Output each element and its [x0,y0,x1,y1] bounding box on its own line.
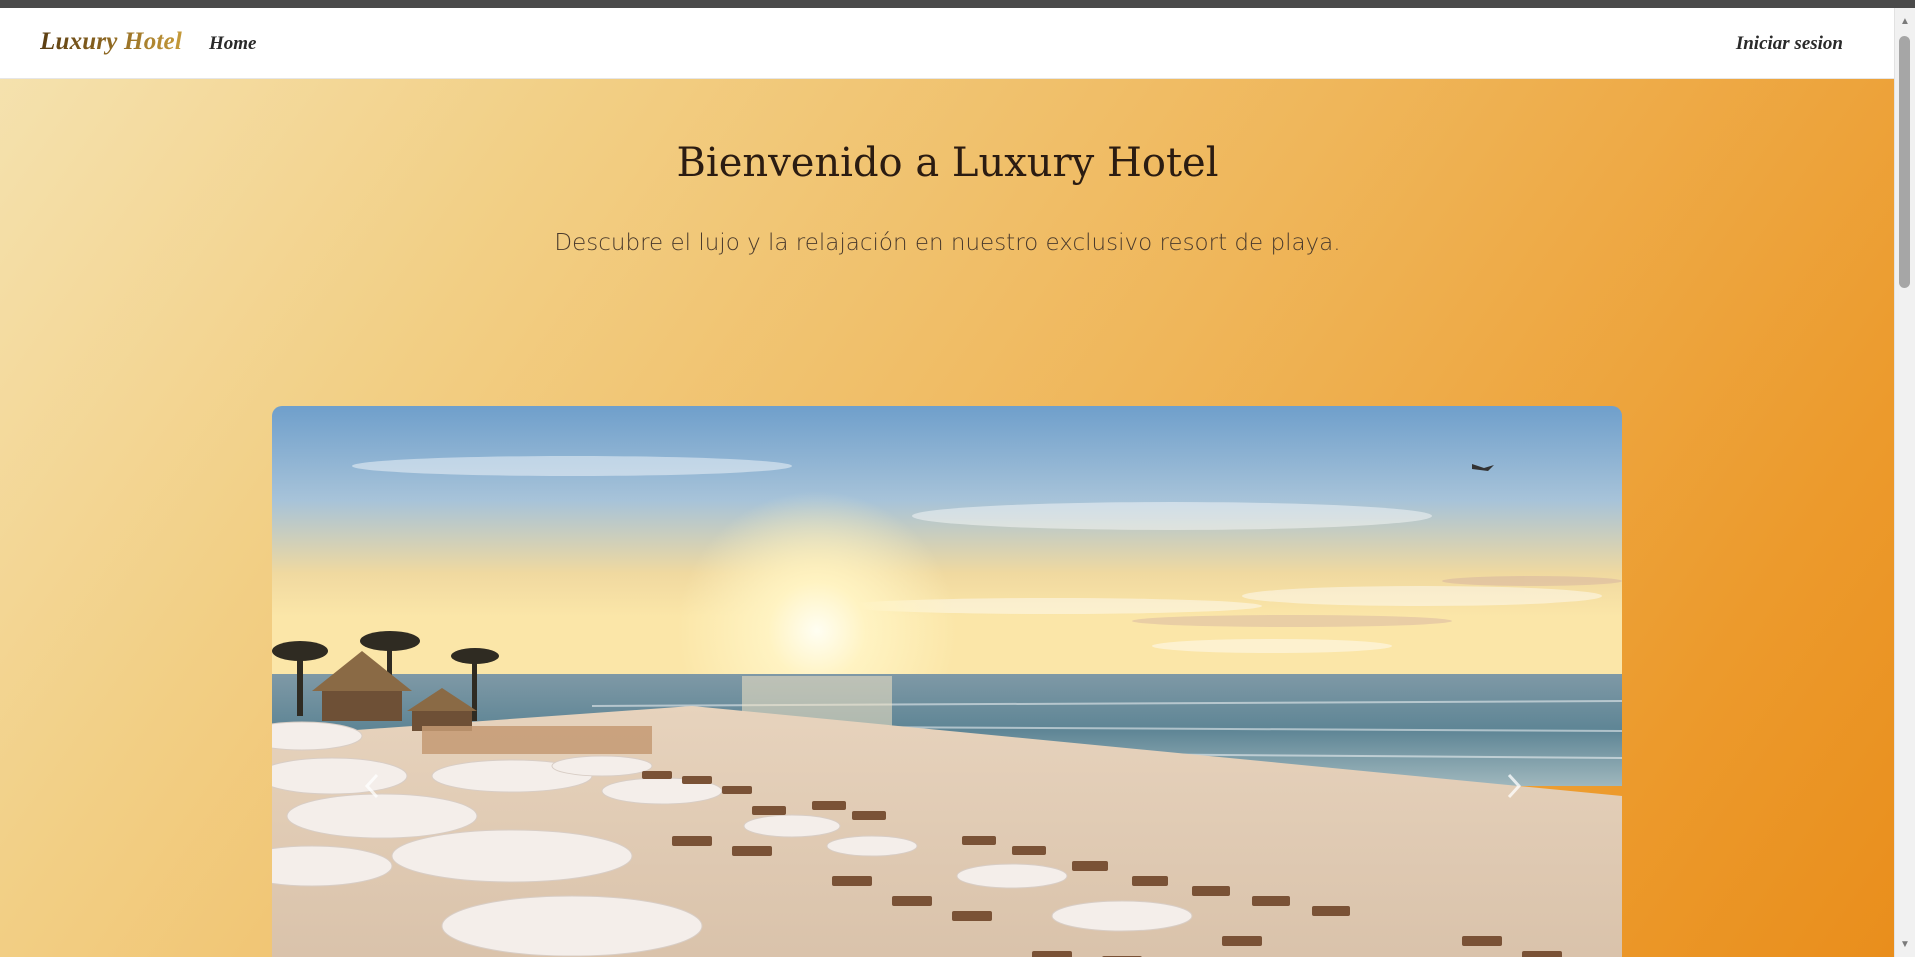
login-link[interactable]: Iniciar sesion [1736,33,1843,55]
vertical-scrollbar[interactable]: ▲ ▼ [1894,8,1915,957]
chevron-right-icon [1507,773,1522,799]
navbar: Luxury Hotel Home Iniciar sesion [0,8,1895,79]
page-subtitle: Descubre el lujo y la relajación en nues… [554,230,1341,256]
carousel-image [272,406,1622,957]
scroll-up-icon[interactable]: ▲ [1895,12,1915,30]
carousel-prev-button[interactable] [352,766,392,806]
brand-logo[interactable]: Luxury Hotel [40,28,182,56]
nav-home-link[interactable]: Home [209,33,257,55]
image-carousel [272,406,1622,957]
page-viewport: Luxury Hotel Home Iniciar sesion Bienven… [0,8,1895,957]
carousel-next-button[interactable] [1494,766,1534,806]
scroll-down-icon[interactable]: ▼ [1895,935,1915,953]
page-title: Bienvenido a Luxury Hotel [676,140,1219,186]
chevron-left-icon [364,773,379,799]
scroll-thumb[interactable] [1899,36,1910,288]
browser-window: Luxury Hotel Home Iniciar sesion Bienven… [0,0,1915,957]
